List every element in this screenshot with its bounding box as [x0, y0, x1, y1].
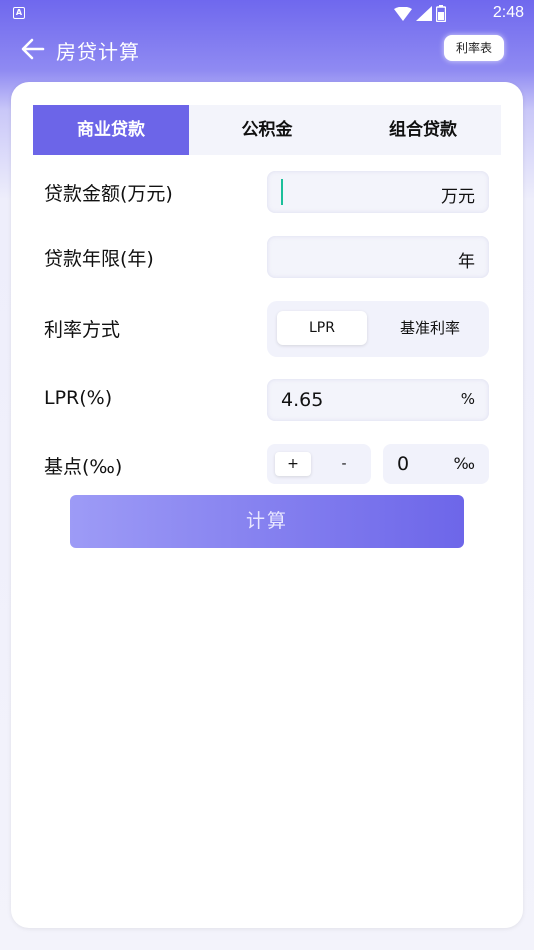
rate-mode-toggle: LPR 基准利率 [267, 301, 489, 357]
app-bar: 房贷计算 利率表 [0, 30, 534, 70]
loan-amount-unit: 万元 [441, 187, 475, 207]
lpr-row: LPR(%) 4.65 % [44, 379, 490, 421]
rate-mode-base-option[interactable]: 基准利率 [385, 311, 475, 345]
decrement-button[interactable]: - [329, 452, 359, 476]
basis-points-row: 基点(‰) + - 0 ‰ [44, 444, 490, 486]
loan-years-label: 贷款年限(年) [44, 248, 154, 270]
tab-commercial-loan[interactable]: 商业贷款 [33, 105, 189, 155]
lpr-label: LPR(%) [44, 387, 113, 409]
loan-years-row: 贷款年限(年) 年 [44, 236, 490, 278]
loan-amount-input[interactable]: 万元 [267, 171, 489, 213]
tab-provident-fund[interactable]: 公积金 [189, 105, 345, 155]
basis-points-stepper: + - [267, 444, 371, 484]
basis-points-value: 0 [397, 453, 410, 475]
lpr-unit: % [460, 390, 475, 408]
lpr-input[interactable]: 4.65 % [267, 379, 489, 421]
clock: 2:48 [492, 4, 524, 21]
basis-points-unit: ‰ [453, 454, 475, 473]
increment-button[interactable]: + [275, 452, 311, 476]
rate-mode-lpr-option[interactable]: LPR [277, 311, 367, 345]
loan-amount-label: 贷款金额(万元) [44, 183, 173, 205]
tab-combined-loan[interactable]: 组合贷款 [345, 105, 501, 155]
loan-years-unit: 年 [458, 252, 475, 272]
wifi-icon [394, 6, 412, 21]
text-cursor [281, 179, 283, 205]
loan-years-input[interactable]: 年 [267, 236, 489, 278]
calculator-card: 商业贷款 公积金 组合贷款 贷款金额(万元) 万元 贷款年限(年) 年 利率方式… [11, 82, 523, 928]
rate-mode-row: 利率方式 LPR 基准利率 [44, 301, 490, 357]
page-title: 房贷计算 [56, 40, 140, 64]
lpr-value: 4.65 [281, 389, 324, 411]
rate-mode-label: 利率方式 [44, 319, 121, 341]
battery-icon [436, 5, 446, 22]
calculate-button[interactable]: 计算 [70, 495, 464, 548]
basis-points-label: 基点(‰) [44, 456, 123, 478]
status-bar: A 2:48 [0, 0, 534, 28]
arrow-left-icon [21, 38, 45, 60]
status-icons [394, 5, 446, 22]
loan-type-tabs: 商业贷款 公积金 组合贷款 [33, 105, 501, 155]
loan-amount-row: 贷款金额(万元) 万元 [44, 171, 490, 213]
rate-table-button[interactable]: 利率表 [443, 35, 504, 61]
basis-points-input[interactable]: 0 ‰ [383, 444, 489, 484]
signal-icon [416, 6, 432, 21]
back-button[interactable] [20, 36, 46, 62]
app-notification-icon: A [13, 7, 25, 19]
